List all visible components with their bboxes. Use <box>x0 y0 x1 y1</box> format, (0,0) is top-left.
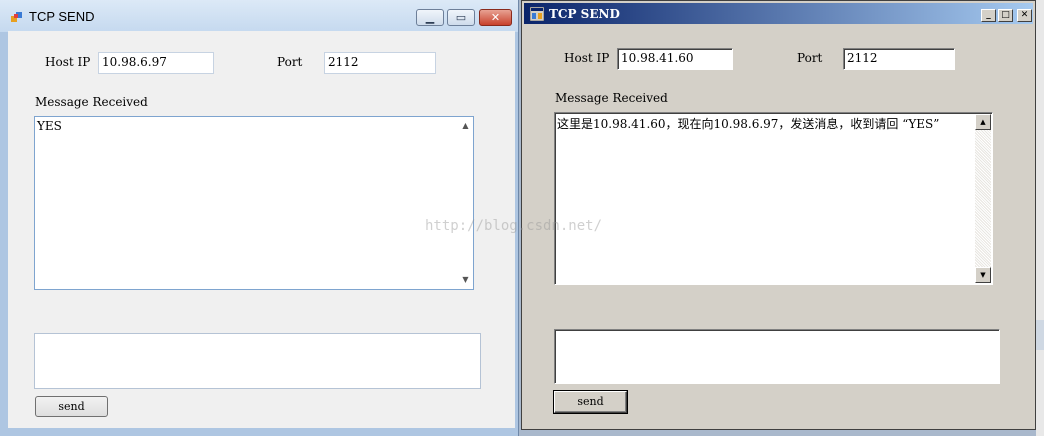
window-title: TCP SEND <box>549 7 620 21</box>
message-received-label: Message Received <box>35 95 148 109</box>
maximize-icon: □ <box>1001 10 1010 20</box>
vertical-scrollbar[interactable]: ▲ ▼ <box>458 117 473 289</box>
host-ip-label: Host IP <box>45 55 91 69</box>
minimize-button[interactable]: ▁ <box>416 9 444 26</box>
minimize-button[interactable]: _ <box>981 9 996 22</box>
minimize-icon: _ <box>986 10 991 20</box>
tcp-send-window-2: TCP SEND _ □ ✕ Host IP 10.98.41.60 Port … <box>521 0 1036 430</box>
send-button[interactable]: send <box>35 396 108 417</box>
app-window-icon <box>11 12 22 22</box>
minimize-icon: ▁ <box>425 11 435 24</box>
close-icon: ✕ <box>1020 10 1029 20</box>
close-icon: ✕ <box>490 11 501 24</box>
port-label: Port <box>277 55 303 69</box>
scroll-down-icon[interactable]: ▼ <box>458 273 473 287</box>
host-ip-input[interactable]: 10.98.6.97 <box>98 52 214 74</box>
send-message-input[interactable] <box>34 333 481 389</box>
close-button[interactable]: ✕ <box>479 9 512 26</box>
host-ip-input[interactable]: 10.98.41.60 <box>617 48 733 70</box>
close-button[interactable]: ✕ <box>1017 9 1032 22</box>
message-received-text: 这里是10.98.41.60，现在向10.98.6.97，发送消息，收到请回 “… <box>557 117 940 131</box>
send-message-input[interactable] <box>554 329 1000 384</box>
port-label: Port <box>797 51 823 65</box>
scroll-down-icon[interactable]: ▼ <box>975 267 991 283</box>
message-received-text: YES <box>37 119 62 133</box>
port-input[interactable]: 2112 <box>324 52 436 74</box>
window-title: TCP SEND <box>29 9 95 24</box>
background-window-fragment <box>1036 320 1044 350</box>
message-received-label: Message Received <box>555 91 668 105</box>
host-ip-label: Host IP <box>564 51 610 65</box>
maximize-icon: ▭ <box>455 11 467 24</box>
maximize-button[interactable]: ▭ <box>447 9 475 26</box>
app-window-icon <box>530 7 544 21</box>
vertical-scrollbar[interactable]: ▲ ▼ <box>975 114 991 283</box>
title-bar[interactable]: TCP SEND ▁ ▭ ✕ <box>0 0 518 32</box>
watermark-text: http://blog.csdn.net/ <box>425 218 603 234</box>
background-desktop-strip <box>1036 0 1044 436</box>
scroll-up-icon[interactable]: ▲ <box>975 114 991 130</box>
send-button[interactable]: send <box>554 391 627 413</box>
port-input[interactable]: 2112 <box>843 48 955 70</box>
message-received-textarea[interactable]: 这里是10.98.41.60，现在向10.98.6.97，发送消息，收到请回 “… <box>554 112 993 285</box>
maximize-button[interactable]: □ <box>998 9 1013 22</box>
title-bar[interactable]: TCP SEND _ □ ✕ <box>524 3 1033 24</box>
message-received-textarea[interactable]: YES ▲ ▼ <box>34 116 474 290</box>
scroll-up-icon[interactable]: ▲ <box>458 119 473 133</box>
